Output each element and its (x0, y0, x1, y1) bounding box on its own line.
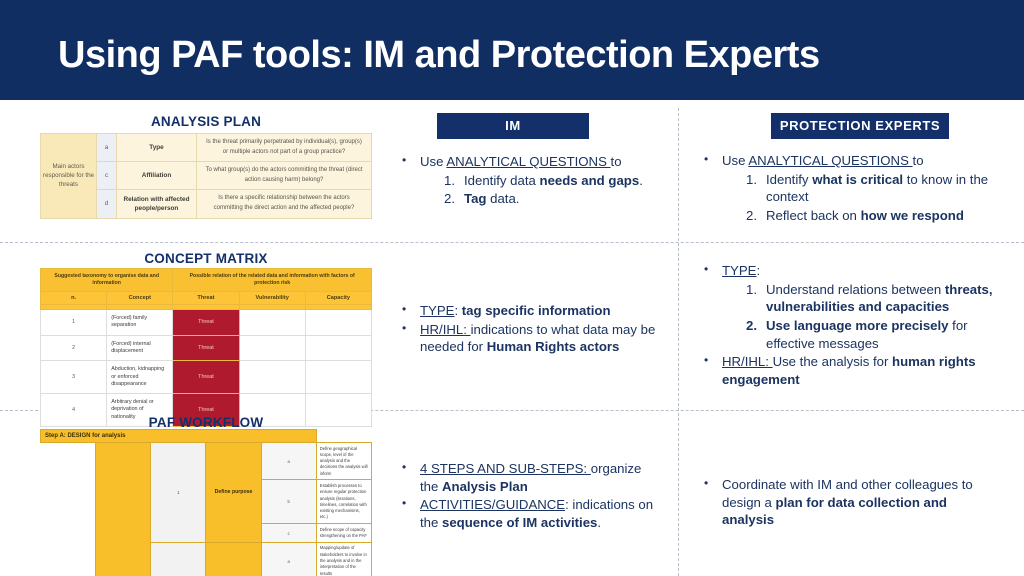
protection-text-paf-workflow: Coordinate with IM and other colleagues … (700, 475, 1000, 530)
concept-matrix-col-header: n. (39, 291, 108, 306)
concept-matrix-group-header: Suggested taxonomy to organise data and … (39, 267, 174, 293)
concept-matrix-vulnerability (238, 360, 306, 395)
paf-group-sub: Define actors engagement and coordinatio… (205, 541, 262, 576)
analysis-plan-desc: Is the threat primarily perpetrated by i… (196, 132, 372, 163)
concept-matrix-table: Suggested taxonomy to organise data and … (39, 267, 373, 427)
analysis-plan-name: Relation with affected people/person (116, 189, 197, 219)
paf-design-label: DESIGN for analysis (95, 442, 152, 576)
im-text-paf-workflow: 4 STEPS AND SUB-STEPS: organize the Anal… (398, 459, 660, 533)
concept-matrix-group-header: Possible relation of the related data an… (172, 267, 372, 293)
list-item: HR/IHL: indications to what data may be … (398, 320, 660, 356)
table-row: 1 (Forced) family separation Threat (39, 309, 373, 336)
paf-group-num: 1 (150, 442, 207, 543)
list-item: TYPE: tag specific information (398, 301, 660, 320)
list-item: ACTIVITIES/GUIDANCE: indications on the … (398, 495, 660, 531)
list-item: 2. Use language more precisely for effect… (746, 318, 968, 351)
list-item: Use ANALYTICAL QUESTIONS to 1.Identify d… (398, 152, 660, 208)
divider-vertical (678, 108, 679, 576)
concept-matrix-vulnerability (238, 334, 306, 362)
title-band: Using PAF tools: IM and Protection Exper… (0, 0, 1024, 100)
concept-matrix-vulnerability (238, 309, 306, 336)
table-row: 3 Abduction, kidnapping or enforced disa… (39, 360, 373, 395)
protection-text-analysis-plan: Use ANALYTICAL QUESTIONS to 1.Identify w… (700, 151, 1000, 226)
paf-activity-text: Establish processes to ensure regular pr… (315, 479, 373, 525)
list-item: HR/IHL: Use the analysis for human right… (700, 352, 1005, 388)
slide-canvas: Using PAF tools: IM and Protection Exper… (0, 0, 1024, 576)
concept-matrix-col-header: Concept (106, 291, 174, 306)
concept-matrix-threat: Threat (172, 360, 240, 395)
paf-activity-text: Mapping/update of stakeholders to involv… (315, 541, 373, 576)
analysis-plan-actors-cell: Main actors responsible for the threats (40, 133, 97, 219)
concept-matrix-col-header: Vulnerability (238, 291, 306, 306)
table-row: Step A: DESIGN for analysis (40, 429, 372, 443)
protection-text-concept-matrix: TYPE: 1.Understand relations between thr… (700, 261, 1005, 390)
pill-im: IM (437, 113, 589, 139)
table-row: Main actors responsible for the threats … (40, 132, 372, 219)
list-item: 2. Reflect back on how we respond (746, 208, 964, 224)
paf-group-sub: Define purpose (205, 442, 262, 543)
analysis-plan-letter: c (96, 161, 117, 191)
analysis-plan-desc: To what group(s) do the actors committin… (196, 161, 372, 191)
concept-matrix-n: 3 (39, 360, 108, 395)
list-item: 2. Tag data. (444, 191, 520, 207)
page-title: Using PAF tools: IM and Protection Exper… (58, 34, 820, 76)
paf-activity-letter: b (260, 479, 317, 525)
concept-matrix-capacity (304, 360, 373, 395)
concept-matrix-col-header: Threat (172, 291, 240, 306)
analysis-plan-desc: Is there a specific relationship between… (196, 189, 372, 219)
paf-workflow-table: Step A: DESIGN for analysis DESIGN for a… (40, 429, 373, 576)
concept-matrix-capacity (304, 334, 373, 362)
analysis-plan-letter: a (96, 132, 117, 163)
concept-matrix-threat: Threat (172, 334, 240, 362)
concept-matrix-capacity (304, 309, 373, 336)
im-text-concept-matrix: TYPE: tag specific information HR/IHL: i… (398, 301, 660, 357)
section-label-concept-matrix: CONCEPT MATRIX (144, 251, 268, 266)
paf-step-title: Step A: DESIGN for analysis (40, 429, 317, 443)
paf-group-num: 2 (150, 541, 207, 576)
list-item: 1. Identify data needs and gaps. (444, 172, 643, 188)
table-row: n. Concept Threat Vulnerability Capacity (39, 291, 373, 306)
pill-protection-experts: PROTECTION EXPERTS (771, 113, 949, 139)
im-text-analysis-plan: Use ANALYTICAL QUESTIONS to 1.Identify d… (398, 152, 660, 209)
paf-activity-letter: a (260, 441, 317, 481)
paf-activity-text: Define scope of capacity strengthening o… (315, 523, 373, 543)
table-row: Suggested taxonomy to organise data and … (39, 267, 372, 293)
section-label-paf-workflow: PAF WORKFLOW (148, 415, 264, 430)
analysis-plan-letter: d (96, 189, 117, 219)
concept-matrix-concept: (Forced) internal displacement (106, 334, 174, 362)
paf-activity-text: Define geographical scope, level of the … (315, 441, 373, 481)
paf-spacer (40, 442, 96, 576)
list-item: 1. Identify what is critical to know in t… (746, 171, 989, 205)
list-item: 4 STEPS AND SUB-STEPS: organize the Anal… (398, 459, 660, 495)
table-row: 2 (Forced) internal displacement Threat (39, 334, 373, 362)
concept-matrix-col-header: Capacity (304, 291, 373, 306)
concept-matrix-threat: Threat (172, 309, 240, 336)
paf-activity-letter: a (260, 541, 317, 576)
concept-matrix-concept: (Forced) family separation (106, 309, 174, 336)
analysis-plan-table: Main actors responsible for the threats … (40, 132, 372, 219)
section-label-analysis-plan: ANALYSIS PLAN (150, 114, 262, 129)
list-item: Use ANALYTICAL QUESTIONS to 1.Identify w… (700, 151, 1000, 225)
list-item: TYPE: 1.Understand relations between thr… (700, 261, 1005, 352)
concept-matrix-n: 1 (39, 309, 108, 336)
analysis-plan-name: Affiliation (116, 161, 197, 191)
analysis-plan-name: Type (116, 132, 197, 163)
table-row: DESIGN for analysis 1 Define purpose a D… (40, 441, 373, 576)
divider-horizontal-1 (0, 242, 1024, 243)
concept-matrix-concept: Abduction, kidnapping or enforced disapp… (106, 360, 174, 395)
list-item: Coordinate with IM and other colleagues … (700, 475, 1000, 529)
concept-matrix-n: 2 (39, 334, 108, 362)
list-item: 1. Understand relations between threats, … (746, 281, 993, 315)
paf-activity-letter: c (260, 523, 317, 543)
